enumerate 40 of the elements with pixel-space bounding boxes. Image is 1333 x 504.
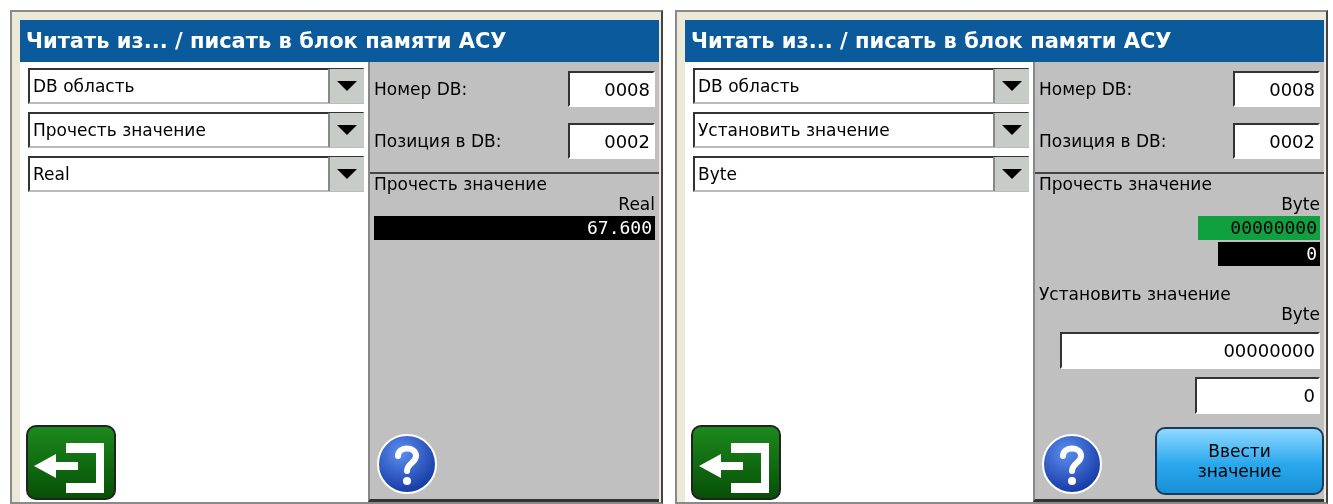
window-title: Читать из... / писать в блок памяти АСУ <box>685 20 1324 62</box>
input-field[interactable]: 0 <box>1195 377 1320 414</box>
dropdown[interactable]: Установить значение <box>693 112 1029 148</box>
readout-value: 67.600 <box>374 216 655 240</box>
help-icon <box>1041 433 1103 495</box>
data-type-label: Real <box>617 194 655 214</box>
help-button[interactable] <box>376 433 438 495</box>
dropdown[interactable]: DB область <box>693 68 1029 104</box>
dropdown-arrow-icon <box>337 125 357 135</box>
dropdown[interactable]: Прочесть значение <box>28 112 364 148</box>
field-label: Позиция в DB: <box>374 131 502 151</box>
help-icon <box>376 433 438 495</box>
input-field[interactable]: 0002 <box>1233 123 1320 159</box>
section-heading: Прочесть значение <box>1039 174 1213 194</box>
input-field[interactable]: 0008 <box>568 71 655 107</box>
dropdown-arrow-icon <box>337 81 357 91</box>
dropdown-arrow-icon <box>1002 125 1022 135</box>
exit-button[interactable] <box>26 425 116 500</box>
dropdown[interactable]: DB область <box>28 68 364 104</box>
field-label: Номер DB: <box>374 79 468 99</box>
data-type-label: Byte <box>1280 304 1320 324</box>
window-title: Читать из... / писать в блок памяти АСУ <box>20 20 659 62</box>
input-field[interactable]: 0002 <box>568 123 655 159</box>
readout-value: 00000000 <box>1198 216 1320 240</box>
section-heading: Прочесть значение <box>374 174 548 194</box>
help-button[interactable] <box>1041 433 1103 495</box>
field-label: Номер DB: <box>1039 79 1133 99</box>
dropdown[interactable]: Byte <box>693 156 1029 192</box>
exit-button[interactable] <box>691 425 781 500</box>
input-field[interactable]: 00000000 <box>1060 332 1320 369</box>
section-heading: Установить значение <box>1039 284 1232 304</box>
dropdown-arrow-icon <box>337 169 357 179</box>
field-label: Позиция в DB: <box>1039 131 1167 151</box>
dropdown-arrow-icon <box>1002 169 1022 179</box>
dropdown[interactable]: Real <box>28 156 364 192</box>
readout-value: 0 <box>1218 242 1320 266</box>
input-field[interactable]: 0008 <box>1233 71 1320 107</box>
data-type-label: Byte <box>1280 194 1320 214</box>
dropdown-arrow-icon <box>1002 81 1022 91</box>
enter-value-button[interactable]: Ввести значение <box>1155 427 1324 495</box>
